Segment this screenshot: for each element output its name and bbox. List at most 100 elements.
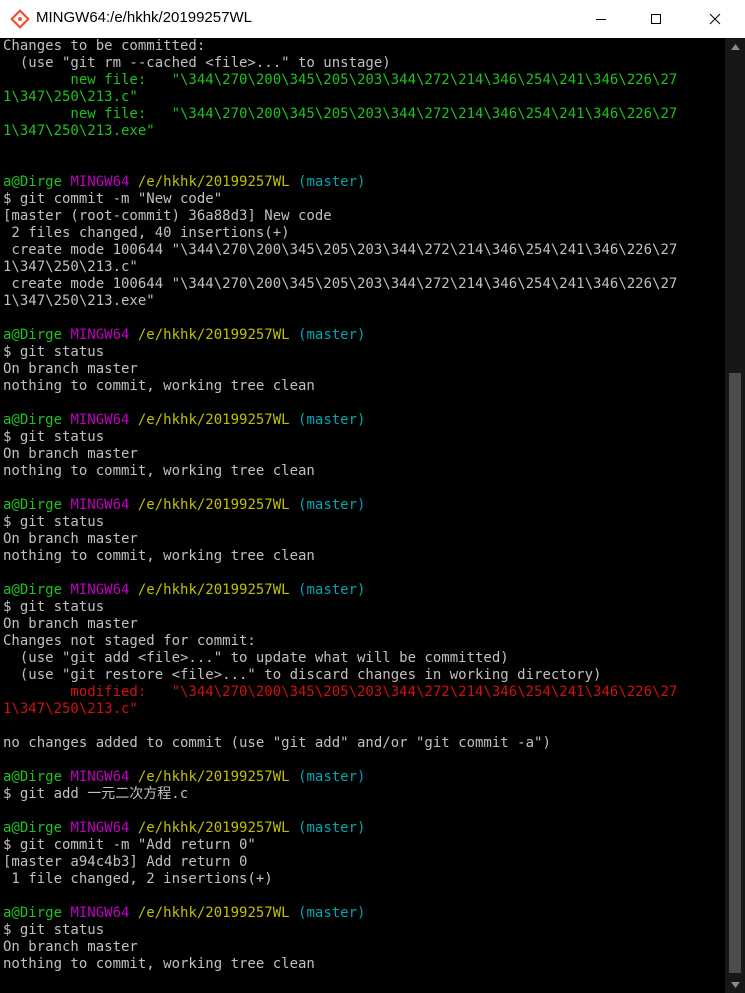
terminal-line: create mode 100644 "\344\270\200\345\205… (3, 276, 677, 293)
terminal-text-segment: a@Dirge (3, 497, 71, 513)
terminal-text-segment: On branch master (3, 531, 138, 547)
terminal-text-segment: a@Dirge (3, 582, 71, 598)
terminal-text-segment: Changes not staged for commit: (3, 633, 256, 649)
scrollbar-thumb[interactable] (729, 373, 741, 973)
terminal-line: On branch master (3, 531, 677, 548)
terminal-line: Changes not staged for commit: (3, 633, 677, 650)
terminal-text-segment: MINGW64 (70, 820, 138, 836)
terminal-line: nothing to commit, working tree clean (3, 463, 677, 480)
terminal-line: nothing to commit, working tree clean (3, 378, 677, 395)
terminal-text-segment: nothing to commit, working tree clean (3, 378, 315, 394)
terminal-line: 1\347\250\213.exe" (3, 293, 677, 310)
terminal-line: Changes to be committed: (3, 38, 677, 55)
terminal-line: $ git status (3, 599, 677, 616)
terminal-text-segment: MINGW64 (70, 327, 138, 343)
terminal-text-segment: On branch master (3, 361, 138, 377)
terminal-text-segment: [master (root-commit) 36a88d3] New code (3, 208, 332, 224)
terminal-text-segment: new file: "\344\270\200\345\205\203\344\… (3, 72, 678, 88)
terminal-text-segment: a@Dirge (3, 820, 71, 836)
terminal-line: 1 file changed, 2 insertions(+) (3, 871, 677, 888)
terminal-line: $ git status (3, 922, 677, 939)
terminal-text-segment: (use "git rm --cached <file>..." to unst… (3, 55, 391, 71)
terminal-text-segment: MINGW64 (70, 497, 138, 513)
terminal-text-segment: $ git status (3, 514, 105, 530)
maximize-button[interactable] (633, 0, 679, 38)
terminal-line: a@Dirge MINGW64 /e/hkhk/20199257WL (mast… (3, 769, 677, 786)
scroll-down-arrow-icon[interactable] (725, 976, 745, 993)
terminal-line: $ git commit -m "New code" (3, 191, 677, 208)
terminal-output[interactable]: Changes to be committed: (use "git rm --… (0, 38, 725, 993)
terminal-text-segment: MINGW64 (70, 905, 138, 921)
terminal-line: 1\347\250\213.c" (3, 701, 677, 718)
terminal-text-segment: nothing to commit, working tree clean (3, 956, 315, 972)
terminal-text-segment: $ git status (3, 922, 105, 938)
terminal-text-segment: /e/hkhk/20199257WL (137, 769, 299, 785)
terminal-text-segment: nothing to commit, working tree clean (3, 548, 315, 564)
terminal-line: (use "git rm --cached <file>..." to unst… (3, 55, 677, 72)
terminal-lines: Changes to be committed: (use "git rm --… (3, 38, 677, 973)
terminal-line: [master (root-commit) 36a88d3] New code (3, 208, 677, 225)
terminal-line: On branch master (3, 361, 677, 378)
scroll-up-arrow-icon[interactable] (725, 38, 745, 55)
terminal-line: new file: "\344\270\200\345\205\203\344\… (3, 106, 677, 123)
git-bash-icon (10, 9, 30, 29)
terminal-text-segment: /e/hkhk/20199257WL (137, 820, 299, 836)
terminal-text-segment: nothing to commit, working tree clean (3, 463, 315, 479)
terminal-text-segment: /e/hkhk/20199257WL (137, 327, 299, 343)
terminal-line: (use "git add <file>..." to update what … (3, 650, 677, 667)
terminal-line: create mode 100644 "\344\270\200\345\205… (3, 242, 677, 259)
window-title: MINGW64:/e/hkhk/20199257WL (36, 9, 252, 26)
terminal-text-segment: no changes added to commit (use "git add… (3, 735, 551, 751)
minimize-button[interactable] (578, 0, 624, 38)
terminal-line: 1\347\250\213.c" (3, 259, 677, 276)
terminal-text-segment: /e/hkhk/20199257WL (137, 412, 299, 428)
terminal-text-segment: $ git status (3, 344, 105, 360)
terminal-line: (use "git restore <file>..." to discard … (3, 667, 677, 684)
terminal-line: $ git status (3, 429, 677, 446)
terminal-line: On branch master (3, 616, 677, 633)
terminal-line: a@Dirge MINGW64 /e/hkhk/20199257WL (mast… (3, 412, 677, 429)
terminal-window: MINGW64:/e/hkhk/20199257WL Changes to be… (0, 0, 745, 993)
terminal-line: On branch master (3, 446, 677, 463)
terminal-line: 2 files changed, 40 insertions(+) (3, 225, 677, 242)
terminal-text-segment: On branch master (3, 446, 138, 462)
terminal-text-segment: (master) (298, 412, 366, 428)
terminal-line: $ git status (3, 514, 677, 531)
terminal-line: no changes added to commit (use "git add… (3, 735, 677, 752)
title-bar[interactable]: MINGW64:/e/hkhk/20199257WL (0, 0, 745, 39)
terminal-text-segment: (master) (298, 582, 366, 598)
terminal-text-segment: a@Dirge (3, 412, 71, 428)
minimize-icon (595, 13, 607, 25)
terminal-line: 1\347\250\213.c" (3, 89, 677, 106)
close-button[interactable] (692, 0, 738, 38)
close-icon (709, 13, 721, 25)
terminal-line: a@Dirge MINGW64 /e/hkhk/20199257WL (mast… (3, 820, 677, 837)
terminal-text-segment: (use "git add <file>..." to update what … (3, 650, 509, 666)
terminal-text-segment: $ git status (3, 429, 105, 445)
terminal-line: [master a94c4b3] Add return 0 (3, 854, 677, 871)
terminal-text-segment: a@Dirge (3, 769, 71, 785)
terminal-text-segment: /e/hkhk/20199257WL (137, 582, 299, 598)
terminal-text-segment: new file: "\344\270\200\345\205\203\344\… (3, 106, 678, 122)
terminal-text-segment: On branch master (3, 939, 138, 955)
terminal-line: a@Dirge MINGW64 /e/hkhk/20199257WL (mast… (3, 174, 677, 191)
terminal-text-segment: MINGW64 (70, 412, 138, 428)
terminal-text-segment: a@Dirge (3, 327, 71, 343)
terminal-line: nothing to commit, working tree clean (3, 956, 677, 973)
maximize-icon (650, 13, 662, 25)
terminal-text-segment: (use "git restore <file>..." to discard … (3, 667, 602, 683)
terminal-text-segment: $ git commit -m "Add return 0" (3, 837, 256, 853)
vertical-scrollbar[interactable] (725, 38, 745, 993)
terminal-text-segment: (master) (298, 174, 366, 190)
terminal-text-segment: create mode 100644 "\344\270\200\345\205… (3, 276, 678, 292)
terminal-line: nothing to commit, working tree clean (3, 548, 677, 565)
